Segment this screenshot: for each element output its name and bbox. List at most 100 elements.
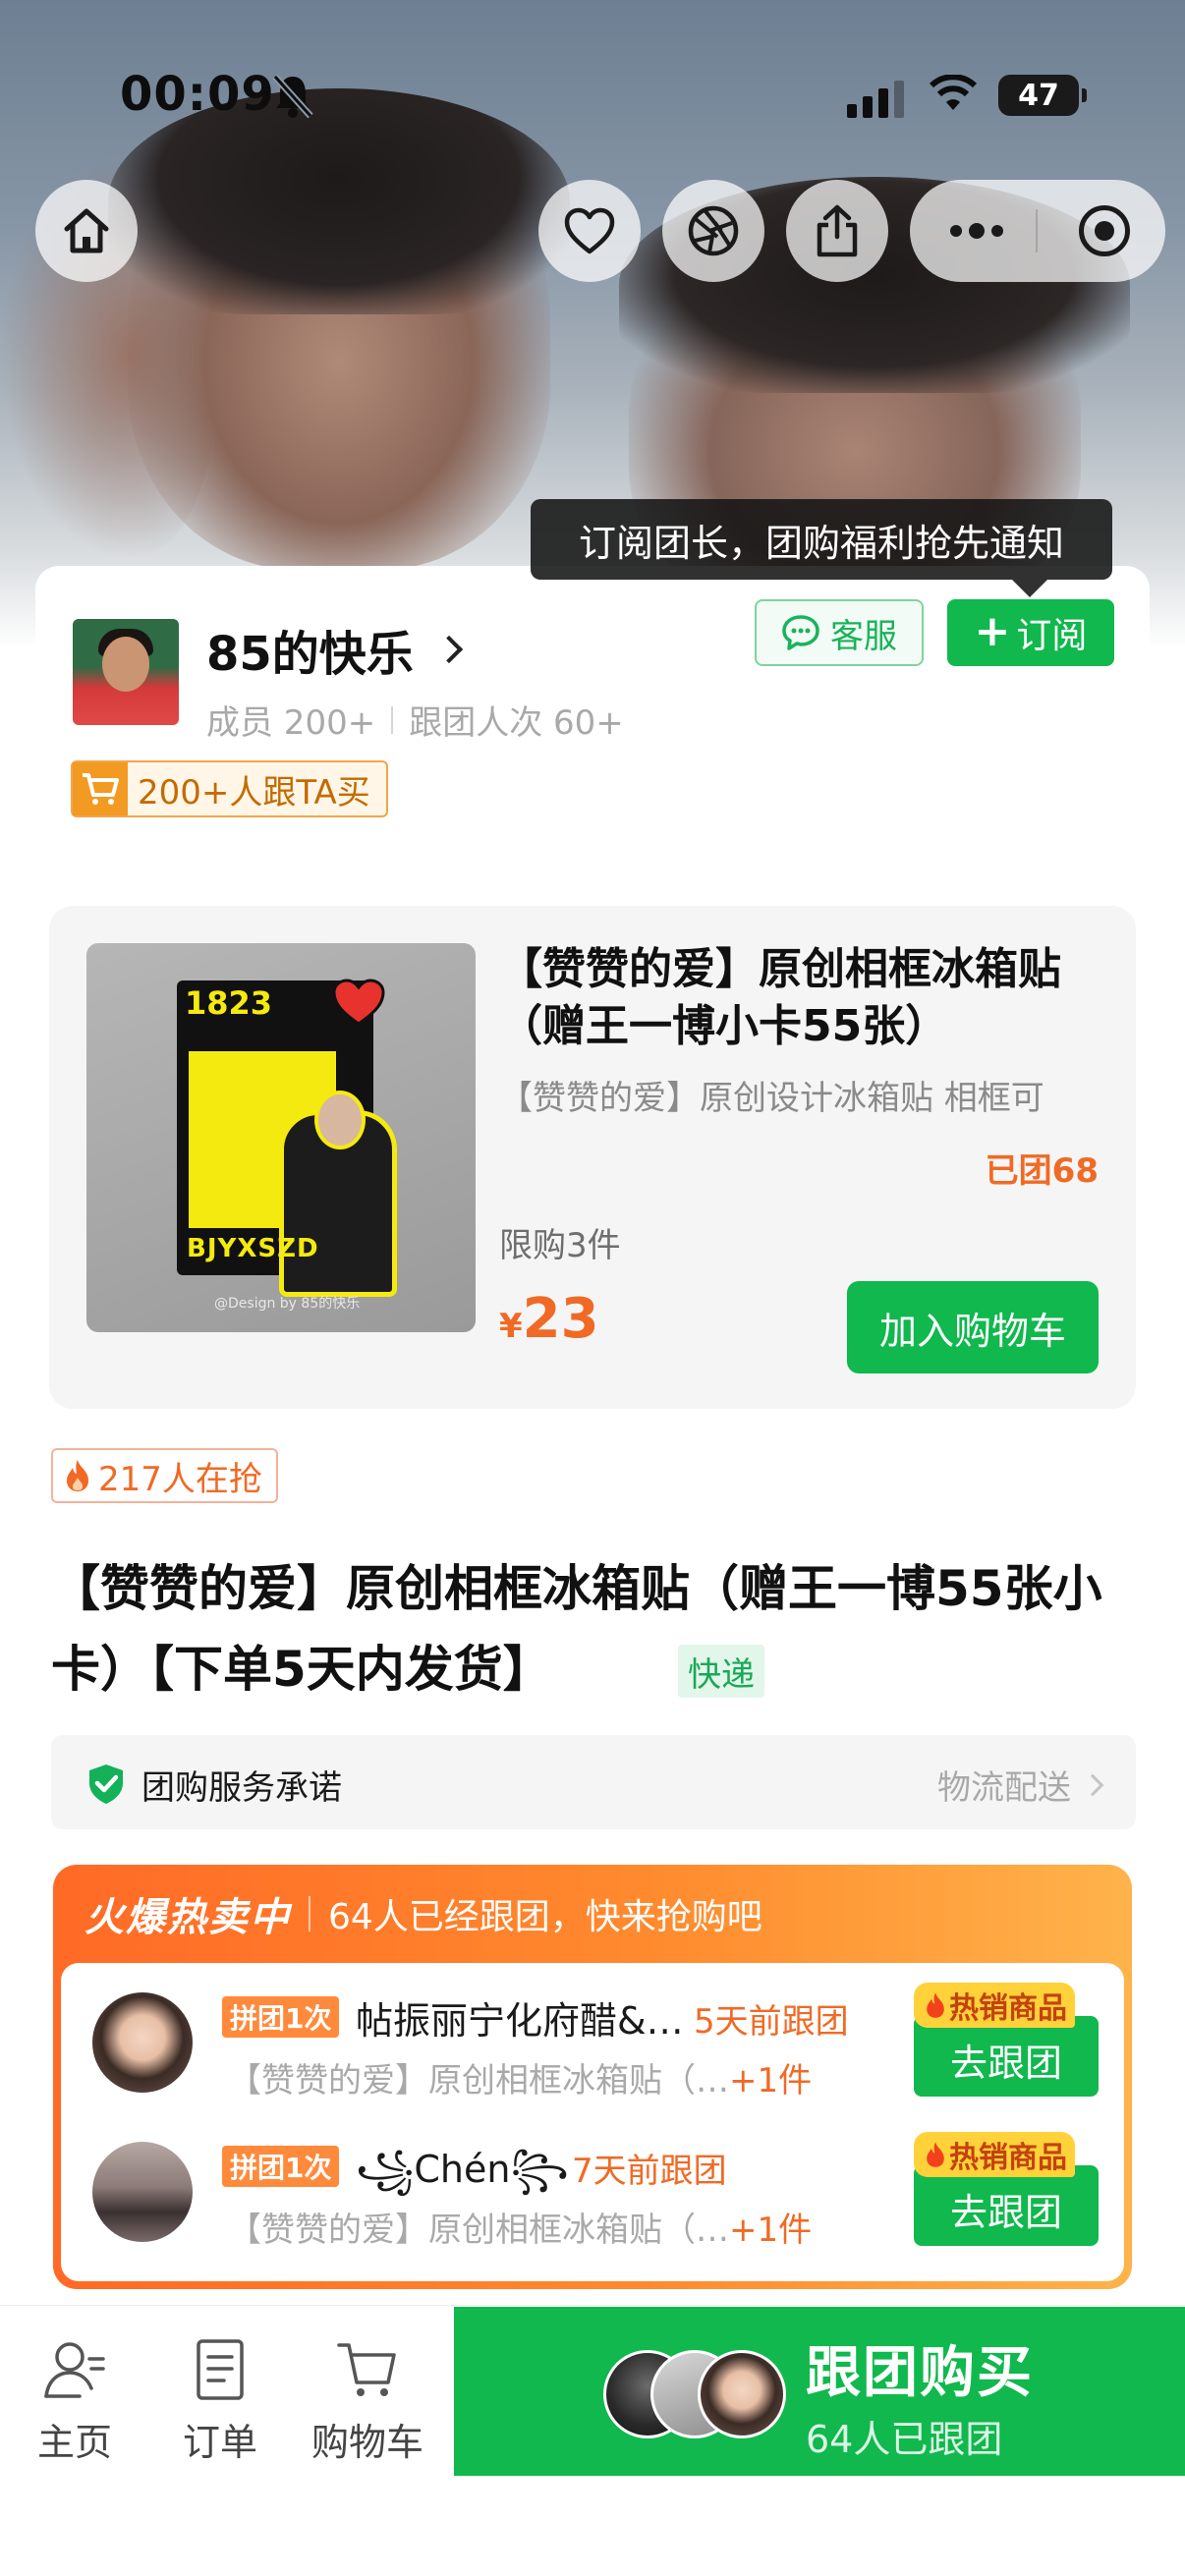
heart-icon (564, 207, 615, 254)
tab-orders[interactable]: 订单 (151, 2337, 289, 2466)
flame-icon (927, 1992, 944, 2018)
buyer-row: 拼团1次 帖振丽宁化府醋&… 5天前跟团 【赞赞的爱】原创相框冰箱贴（…+1件 … (61, 1973, 1124, 2120)
grabbing-text: 217人在抢 (98, 1459, 262, 1499)
buyer-row: 拼团1次 ꧁Chén꧂ 7天前跟团 【赞赞的爱】原创相框冰箱贴（…+1件 热销商… (61, 2122, 1124, 2269)
share-icon (817, 204, 858, 257)
hot-sale-info: 64人已经跟团，快来抢购吧 (328, 1897, 762, 1937)
buyer-nickname: 帖振丽宁化府醋&… (356, 1999, 684, 2043)
join-group-button[interactable]: 去跟团 (914, 2016, 1099, 2097)
add-to-cart-button[interactable]: 加入购物车 (847, 1281, 1099, 1373)
customer-service-label: 客服 (830, 616, 897, 656)
wifi-icon (929, 75, 978, 110)
hot-sale-title: 火爆热卖中 (85, 1895, 291, 1940)
close-miniprogram-button[interactable] (1079, 205, 1130, 256)
buyer-avatar (92, 2142, 193, 2242)
shipping-info: 物流配送 (937, 1761, 1104, 1809)
tab-cart[interactable]: 购物车 (299, 2337, 436, 2466)
customer-service-button[interactable]: 客服 (755, 599, 924, 666)
join-time: 5天前跟团 (694, 2002, 849, 2042)
miniprogram-capsule (910, 180, 1165, 282)
share-button[interactable] (786, 180, 888, 282)
product-card[interactable]: 1823 BJYXSZD @Design by 85的快乐 【赞赞的爱】原创相框… (49, 906, 1136, 1409)
more-menu-button[interactable] (947, 209, 1006, 252)
follower-avatar (698, 2350, 786, 2438)
leader-name-text: 85的快乐 (206, 627, 414, 682)
mute-bell-icon (272, 74, 313, 119)
group-leader-card: 85的快乐 成员 200+ 跟团人次 60+ 200+人跟TA买 客服 + 订阅 (35, 566, 1150, 867)
hot-item-badge: 热销商品 (914, 1983, 1075, 2028)
status-time: 00:09 (120, 67, 275, 122)
service-promise-row[interactable]: 团购服务承诺 物流配送 (51, 1735, 1136, 1829)
hot-sale-header: 火爆热卖中 64人已经跟团，快来抢购吧 (85, 1884, 762, 1943)
group-count-tag: 拼团1次 (222, 1996, 340, 2038)
product-image-year-text: 1823 (185, 984, 273, 1022)
plus-icon: + (974, 605, 1011, 656)
camera-shutter-button[interactable] (662, 180, 764, 282)
buyer-item-text: 【赞赞的爱】原创相框冰箱贴（… (228, 2211, 729, 2250)
sold-count: 已团68 (985, 1151, 1099, 1191)
aperture-icon (688, 205, 739, 256)
subscribe-button[interactable]: + 订阅 (947, 599, 1114, 666)
buyer-item: 【赞赞的爱】原创相框冰箱贴（…+1件 (228, 2053, 818, 2101)
bottom-action-bar: 主页 订单 购物车 跟团购买 64人已跟团 (0, 2305, 1185, 2576)
leader-name[interactable]: 85的快乐 (206, 615, 463, 684)
product-image[interactable]: 1823 BJYXSZD @Design by 85的快乐 (86, 943, 476, 1332)
hot-sale-panel: 火爆热卖中 64人已经跟团，快来抢购吧 拼团1次 帖振丽宁化府醋&… 5天前跟团… (53, 1865, 1132, 2289)
flame-icon (927, 2142, 944, 2167)
tab-home-label: 主页 (36, 2421, 112, 2464)
status-bar: 00:09 47 (0, 63, 1185, 132)
buy-count-badge: 200+人跟TA买 (71, 760, 388, 817)
join-group-button[interactable]: 去跟团 (914, 2165, 1099, 2246)
cellular-signal-icon (847, 79, 906, 118)
person-icon (44, 2342, 105, 2398)
follower-avatars (603, 2350, 790, 2440)
chat-bubble-icon (782, 615, 819, 650)
favorite-button[interactable] (538, 180, 641, 282)
chevron-right-icon (434, 635, 463, 664)
follow-buy-title: 跟团购买 (806, 2341, 1034, 2405)
shopping-cart-icon (337, 2343, 396, 2396)
red-heart-icon (332, 979, 385, 1026)
home-icon (64, 208, 109, 253)
follow-group-buy-button[interactable]: 跟团购买 64人已跟团 (454, 2307, 1185, 2476)
product-title: 【赞赞的爱】原创相框冰箱贴（赠王一博小卡55张） (499, 944, 1061, 1051)
join-time: 7天前跟团 (572, 2152, 727, 2191)
subscribe-label: 订阅 (1016, 616, 1088, 656)
express-tag: 快递 (678, 1645, 764, 1698)
chevron-right-icon (1081, 1773, 1104, 1796)
buyer-item-more: +1件 (729, 2061, 813, 2100)
shield-check-icon (89, 1764, 123, 1804)
leader-stats: 成员 200+ 跟团人次 60+ (206, 696, 624, 744)
hot-item-text: 热销商品 (949, 2141, 1067, 2175)
buyer-item-more: +1件 (729, 2211, 813, 2250)
product-image-credit: @Design by 85的快乐 (214, 1296, 361, 1312)
flame-icon (67, 1460, 88, 1491)
hot-item-text: 热销商品 (949, 1991, 1067, 2026)
follower-count: 跟团人次 60+ (409, 703, 624, 743)
shipping-text: 物流配送 (937, 1768, 1071, 1808)
member-count: 成员 200+ (206, 703, 376, 743)
main-product-title: 【赞赞的爱】原创相框冰箱贴（赠王一博55张小卡）【下单5天内发货】 (51, 1560, 1102, 1698)
document-icon (197, 2339, 244, 2400)
product-price: ¥23 (499, 1287, 599, 1351)
tab-orders-label: 订单 (182, 2421, 257, 2464)
grabbing-badge: 217人在抢 (51, 1448, 278, 1503)
service-promise-label: 团购服务承诺 (141, 1768, 342, 1808)
tab-home[interactable]: 主页 (6, 2337, 143, 2466)
home-button[interactable] (35, 180, 138, 282)
buyer-item: 【赞赞的爱】原创相框冰箱贴（…+1件 (228, 2203, 818, 2251)
product-image-caption: BJYXSZD (187, 1234, 319, 1263)
hot-item-badge: 热销商品 (914, 2132, 1075, 2177)
tab-cart-label: 购物车 (310, 2421, 423, 2464)
buy-count-text: 200+人跟TA买 (138, 772, 370, 812)
battery-indicator: 47 (998, 75, 1087, 116)
follow-buy-count: 64人已跟团 (806, 2418, 1003, 2461)
buyer-item-text: 【赞赞的爱】原创相框冰箱贴（… (228, 2061, 729, 2100)
purchase-limit: 限购3件 (499, 1226, 621, 1265)
leader-avatar[interactable] (73, 619, 179, 725)
recent-buyers-list: 拼团1次 帖振丽宁化府醋&… 5天前跟团 【赞赞的爱】原创相框冰箱贴（…+1件 … (61, 1963, 1124, 2281)
price-value: 23 (522, 1287, 599, 1351)
buyer-avatar (92, 1992, 193, 2093)
product-description: 【赞赞的爱】原创设计冰箱贴 相框可 (499, 1079, 1044, 1118)
subscribe-tooltip: 订阅团长，团购福利抢先通知 (531, 499, 1112, 597)
